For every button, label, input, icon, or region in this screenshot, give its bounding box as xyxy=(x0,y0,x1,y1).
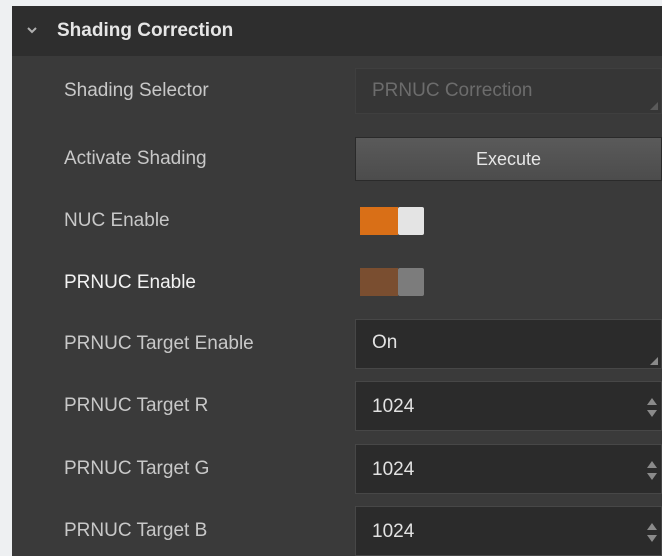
row-prnuc-enable: PRNUC Enable xyxy=(12,258,662,308)
shading-selector-label: Shading Selector xyxy=(64,80,209,101)
row-prnuc-target-enable: PRNUC Target Enable On xyxy=(12,319,662,369)
dropdown-arrow-icon xyxy=(650,102,658,110)
prnuc-target-b-label: PRNUC Target B xyxy=(64,520,208,541)
row-activate-shading: Activate Shading Execute xyxy=(12,134,662,184)
row-prnuc-target-b: PRNUC Target B 1024 xyxy=(12,506,662,556)
toggle-knob xyxy=(398,207,424,235)
prnuc-target-r-input[interactable]: 1024 xyxy=(355,381,662,431)
execute-button[interactable]: Execute xyxy=(355,137,662,181)
prnuc-target-r-label: PRNUC Target R xyxy=(64,395,209,416)
dropdown-arrow-icon xyxy=(650,357,658,365)
activate-shading-label: Activate Shading xyxy=(64,148,207,169)
prnuc-target-enable-dropdown[interactable]: On xyxy=(355,319,662,369)
stepper-down-icon[interactable] xyxy=(647,535,657,542)
row-prnuc-target-r: PRNUC Target R 1024 xyxy=(12,381,662,431)
shading-selector-dropdown[interactable]: PRNUC Correction xyxy=(355,68,662,114)
prnuc-target-enable-label: PRNUC Target Enable xyxy=(64,333,254,354)
prnuc-target-g-label: PRNUC Target G xyxy=(64,458,210,479)
prnuc-enable-toggle[interactable] xyxy=(360,268,424,296)
prnuc-target-g-value: 1024 xyxy=(372,459,415,480)
row-prnuc-target-g: PRNUC Target G 1024 xyxy=(12,444,662,494)
stepper-down-icon[interactable] xyxy=(647,473,657,480)
shading-selector-value: PRNUC Correction xyxy=(372,80,533,101)
prnuc-target-enable-value: On xyxy=(372,332,398,353)
prnuc-target-r-value: 1024 xyxy=(372,396,415,417)
section-header-shading-correction[interactable]: Shading Correction xyxy=(12,6,662,56)
prnuc-enable-label: PRNUC Enable xyxy=(64,272,196,293)
prnuc-target-b-value: 1024 xyxy=(372,521,415,542)
stepper-up-icon[interactable] xyxy=(647,398,657,405)
toggle-knob xyxy=(398,268,424,296)
row-nuc-enable: NUC Enable xyxy=(12,196,662,246)
prnuc-target-b-input[interactable]: 1024 xyxy=(355,506,662,556)
prnuc-target-g-input[interactable]: 1024 xyxy=(355,444,662,494)
stepper-down-icon[interactable] xyxy=(647,410,657,417)
nuc-enable-label: NUC Enable xyxy=(64,210,170,231)
nuc-enable-toggle[interactable] xyxy=(360,207,424,235)
stepper-up-icon[interactable] xyxy=(647,461,657,468)
chevron-down-icon[interactable] xyxy=(26,25,38,35)
section-title: Shading Correction xyxy=(57,20,234,41)
toggle-track xyxy=(360,207,398,235)
stepper-up-icon[interactable] xyxy=(647,523,657,530)
toggle-track xyxy=(360,268,398,296)
row-shading-selector: Shading Selector PRNUC Correction xyxy=(12,66,662,116)
properties-panel: Shading Correction Shading Selector PRNU… xyxy=(12,6,662,556)
